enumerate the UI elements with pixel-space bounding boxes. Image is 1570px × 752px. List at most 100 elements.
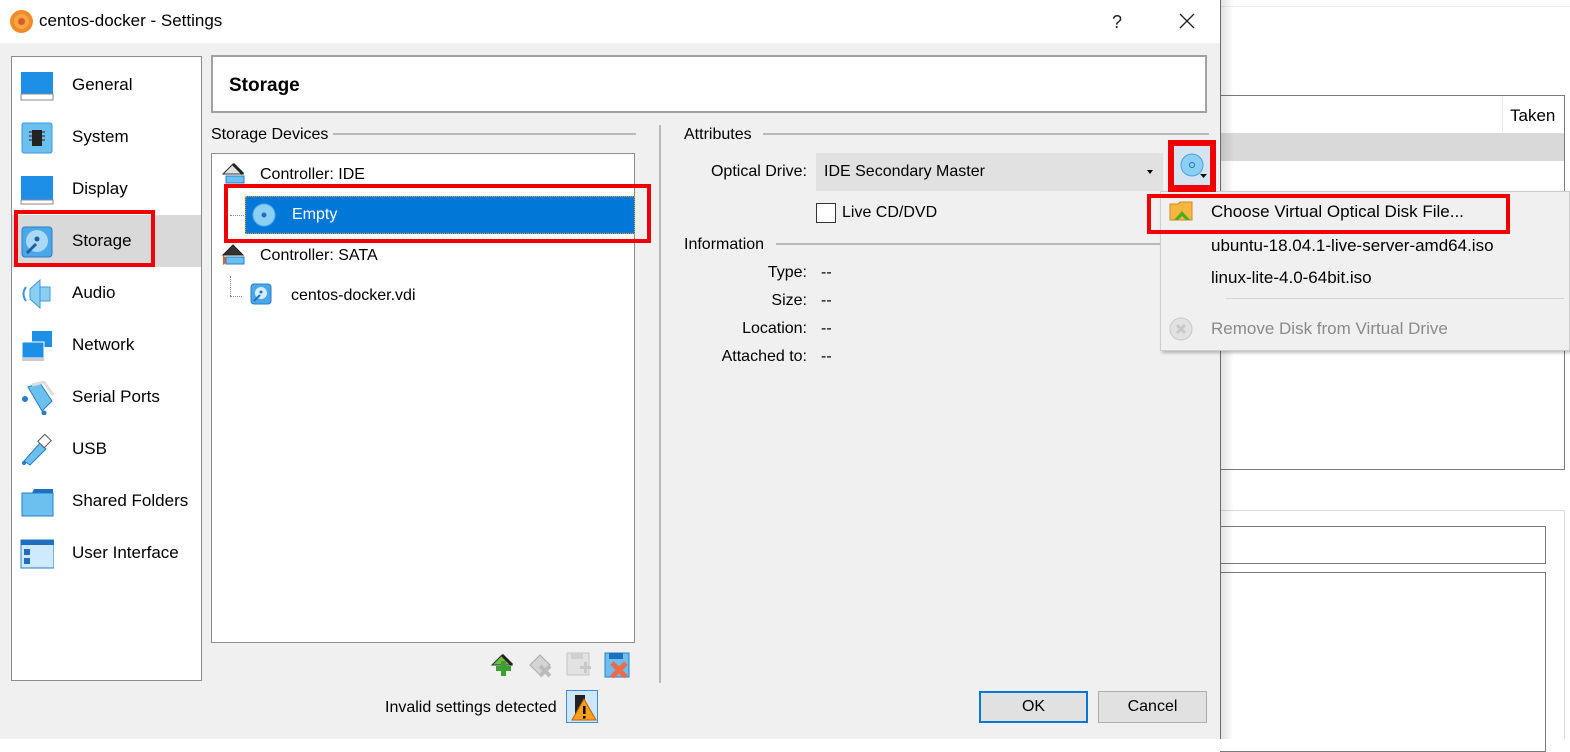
- storage-devices-title: Storage Devices: [211, 126, 329, 143]
- page-header: Storage: [211, 55, 1207, 113]
- sidebar-item-usb[interactable]: USB: [12, 423, 201, 475]
- ide-controller-icon: [221, 162, 245, 184]
- hard-disk-icon: [250, 283, 272, 305]
- tree-connector: [230, 215, 244, 216]
- menu-item-label: Remove Disk from Virtual Drive: [1211, 319, 1448, 338]
- window-title: centos-docker - Settings: [39, 11, 223, 30]
- sidebar-item-label: Network: [72, 335, 135, 354]
- tree-item-label: Controller: SATA: [260, 247, 378, 264]
- network-icon: [21, 331, 52, 361]
- audio-speaker-icon: [22, 278, 51, 310]
- group-divider: [776, 243, 1168, 245]
- remove-controller-button[interactable]: [528, 652, 554, 678]
- folder-icon: [21, 489, 54, 517]
- system-chip-icon: [21, 122, 53, 154]
- info-label-location: Location:: [742, 320, 807, 337]
- info-label-type: Type:: [767, 264, 807, 281]
- sidebar-item-label: Display: [72, 179, 128, 198]
- virtualbox-settings-icon: [10, 10, 33, 33]
- optical-drive-select[interactable]: IDE Secondary Master: [816, 153, 1163, 191]
- remove-attachment-button[interactable]: [604, 652, 630, 679]
- ok-button[interactable]: OK: [979, 691, 1088, 723]
- sidebar-item-network[interactable]: Network: [12, 319, 201, 371]
- dialog-shadow: [1220, 0, 1234, 739]
- add-attachment-icon: [566, 652, 591, 676]
- remove-controller-icon: [529, 654, 552, 678]
- display-monitor-icon: [20, 176, 54, 205]
- group-divider: [333, 133, 636, 135]
- settings-dialog: centos-docker - Settings ? General Syste…: [0, 0, 1221, 739]
- sidebar-item-general[interactable]: General: [12, 59, 201, 111]
- menu-item-ubuntu-iso[interactable]: ubuntu-18.04.1-live-server-amd64.iso: [1161, 230, 1569, 262]
- tree-item-controller-sata[interactable]: Controller: SATA: [212, 241, 632, 271]
- tree-item-centos-docker-vdi[interactable]: centos-docker.vdi: [212, 281, 632, 311]
- name-field[interactable]: [1220, 526, 1546, 564]
- attributes-title: Attributes: [684, 126, 752, 143]
- info-value-type: --: [821, 264, 832, 281]
- sidebar-item-label: General: [72, 75, 133, 94]
- sidebar-item-display[interactable]: Display: [12, 163, 201, 215]
- sidebar-item-label: User Interface: [72, 543, 179, 562]
- info-value-attached-to: --: [821, 348, 832, 365]
- choose-disk-button[interactable]: [1170, 142, 1214, 189]
- info-label-attached-to: Attached to:: [721, 348, 807, 365]
- folder-open-icon: [1169, 201, 1193, 221]
- sidebar-item-system[interactable]: System: [12, 111, 201, 163]
- optical-disk-menu: Choose Virtual Optical Disk File... ubun…: [1160, 191, 1570, 351]
- menu-item-linux-lite-iso[interactable]: linux-lite-4.0-64bit.iso: [1161, 262, 1569, 294]
- sidebar-item-user-interface[interactable]: User Interface: [12, 527, 201, 579]
- chevron-down-icon: [1147, 170, 1153, 174]
- storage-disk-icon: [21, 226, 53, 258]
- sidebar-item-audio[interactable]: Audio: [12, 267, 201, 319]
- column-header-taken[interactable]: Taken: [1510, 106, 1555, 126]
- sidebar-item-label: Audio: [72, 283, 116, 302]
- menu-item-label: Choose Virtual Optical Disk File...: [1211, 202, 1464, 221]
- sata-controller-icon: [221, 244, 245, 265]
- live-cd-checkbox[interactable]: [816, 203, 836, 223]
- serial-port-icon: [22, 381, 54, 415]
- menu-item-label: linux-lite-4.0-64bit.iso: [1211, 268, 1372, 287]
- help-button[interactable]: ?: [1100, 8, 1134, 36]
- warning-icon: [571, 695, 597, 721]
- sidebar-item-serial-ports[interactable]: Serial Ports: [12, 371, 201, 423]
- warning-button[interactable]: [566, 690, 598, 723]
- menu-item-remove-disk[interactable]: Remove Disk from Virtual Drive: [1161, 313, 1569, 345]
- tree-item-empty-optical[interactable]: Empty: [245, 196, 635, 234]
- sidebar-item-label: USB: [72, 439, 107, 458]
- info-value-location: --: [821, 320, 832, 337]
- description-field[interactable]: [1220, 572, 1546, 752]
- sidebar-item-label: Storage: [72, 231, 132, 250]
- information-title: Information: [684, 236, 765, 253]
- remove-disk-icon: [1169, 317, 1193, 341]
- user-interface-icon: [20, 539, 54, 569]
- tree-item-label: centos-docker.vdi: [291, 287, 416, 304]
- close-icon: [1179, 13, 1195, 29]
- storage-tree[interactable]: Controller: IDE Empty Controller: SATA c…: [211, 153, 635, 643]
- tree-item-label: Controller: IDE: [260, 166, 365, 183]
- sidebar-item-label: System: [72, 127, 129, 146]
- add-controller-button[interactable]: [490, 652, 516, 678]
- cancel-button[interactable]: Cancel: [1098, 691, 1207, 723]
- sidebar-item-shared-folders[interactable]: Shared Folders: [12, 475, 201, 527]
- remove-attachment-icon: [604, 652, 630, 679]
- tree-item-label: Empty: [292, 206, 338, 223]
- info-label-size: Size:: [771, 292, 807, 309]
- background-window: Taken: [1220, 0, 1570, 752]
- group-divider: [763, 133, 1209, 135]
- menu-item-label: ubuntu-18.04.1-live-server-amd64.iso: [1211, 236, 1494, 255]
- settings-sidebar: General System Display Storage Audio Net…: [11, 56, 202, 681]
- table-row-selected[interactable]: [1220, 133, 1564, 161]
- menu-item-choose-disk-file[interactable]: Choose Virtual Optical Disk File...: [1161, 196, 1569, 228]
- optical-drive-label: Optical Drive:: [710, 163, 807, 180]
- close-button[interactable]: [1168, 6, 1206, 36]
- add-attachment-button[interactable]: [566, 652, 592, 678]
- menu-separator: [1226, 298, 1564, 299]
- usb-icon: [22, 433, 52, 466]
- pane-splitter[interactable]: [659, 125, 661, 683]
- sidebar-item-storage[interactable]: Storage: [12, 215, 201, 267]
- general-monitor-icon: [20, 72, 54, 101]
- page-title: Storage: [229, 75, 300, 96]
- tree-item-controller-ide[interactable]: Controller: IDE: [212, 160, 632, 190]
- sidebar-item-label: Shared Folders: [72, 491, 189, 510]
- live-cd-label[interactable]: Live CD/DVD: [842, 204, 937, 222]
